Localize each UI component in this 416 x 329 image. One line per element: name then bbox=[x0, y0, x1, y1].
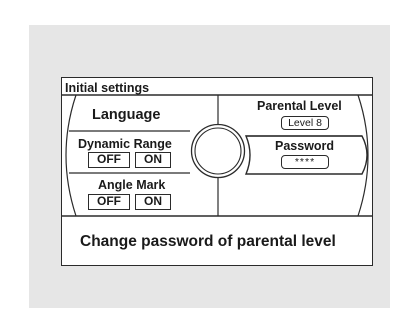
angle-mark-on-button[interactable]: ON bbox=[135, 194, 171, 210]
dynamic-range-label: Dynamic Range bbox=[78, 137, 172, 151]
password-field[interactable]: **** bbox=[281, 155, 329, 169]
dynamic-range-on-button[interactable]: ON bbox=[135, 152, 171, 168]
dynamic-range-off-button[interactable]: OFF bbox=[88, 152, 130, 168]
parental-level-label[interactable]: Parental Level bbox=[257, 99, 342, 113]
password-label[interactable]: Password bbox=[275, 139, 334, 153]
angle-mark-off-button[interactable]: OFF bbox=[88, 194, 130, 210]
angle-mark-label: Angle Mark bbox=[98, 178, 166, 192]
screen-title: Initial settings bbox=[65, 81, 150, 95]
status-message: Change password of parental level bbox=[80, 233, 336, 250]
language-option[interactable]: Language bbox=[92, 107, 160, 123]
parental-level-value: Level 8 bbox=[281, 116, 329, 130]
initial-settings-screen: Initial settings Language Dynamic Range … bbox=[61, 77, 373, 266]
